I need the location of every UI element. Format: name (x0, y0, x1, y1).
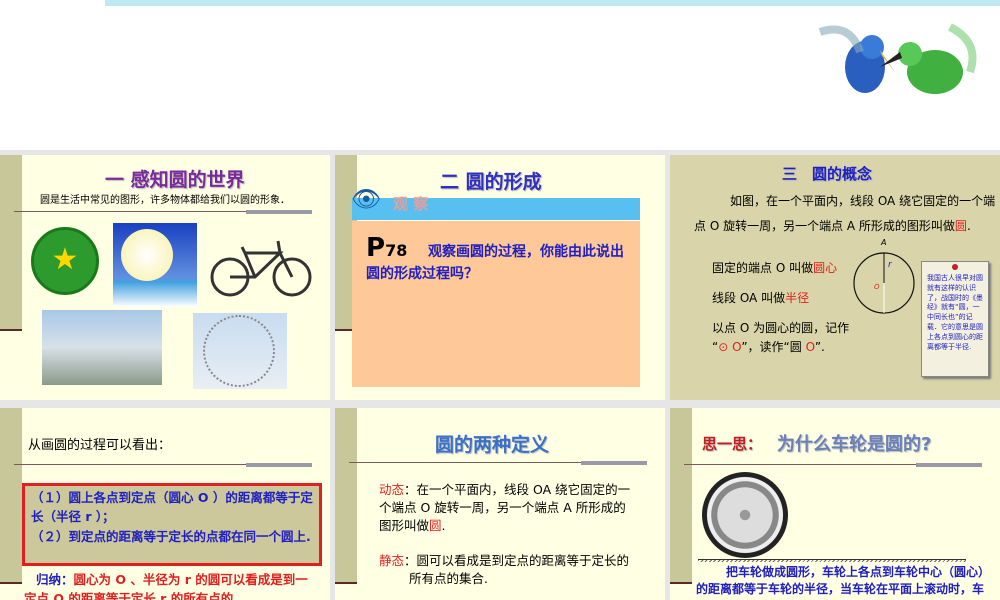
slide-title: 为什么车轮是圆的? (777, 434, 932, 455)
slide-stripe (0, 408, 22, 584)
slide-stripe (670, 408, 692, 584)
slide-1[interactable]: 一 感知圆的世界 圆是生活中常见的图形，许多物体都给我们以圆的形象． ★ (0, 155, 330, 400)
slide-6[interactable]: 思一思： 为什么车轮是圆的? 把车轮做成圆形，车轮上各点到车轮中心（圆心）的距离… (670, 408, 1000, 600)
history-note: 我国古人很早对圆就有这样的认识了，战国时的《墨经》就有“圆，一中同长也”的记载．… (921, 261, 989, 377)
slide-title: 二 圆的形成 (440, 171, 542, 193)
birds-clipart (818, 23, 977, 94)
slide-title: 圆的两种定义 (435, 434, 550, 456)
ground-line (698, 559, 966, 562)
conclusion-box: （１）圆上各点到定点（圆心 O ）的距离都等于定长（半径 r ）； （２）到定点的… (22, 483, 322, 566)
divider (349, 461, 647, 465)
intro-text: 如图，在一个平面内，线段 OA 绕它固定的一个端点 O 旋转一周，另一个端点 A… (694, 194, 996, 234)
divider (684, 463, 982, 467)
slide-stripe (0, 155, 22, 331)
ferris-wheel-image (193, 313, 287, 389)
slide-stripe (335, 408, 357, 584)
static-definition: 静态：圆可以看成是到定点的距离等于定长的所有点的集合. (379, 553, 630, 587)
building-image (42, 310, 162, 385)
emblem-image: ★ (31, 227, 99, 295)
slide-2[interactable]: 二 圆的形成 👁 观 察 P78 观察画圆的过程，你能由此说出圆的形成过程吗？ (335, 155, 665, 400)
observe-label: 观 察 (393, 195, 429, 213)
slide-heading: 从画圆的过程可以看出： (28, 438, 172, 453)
bicycle-image (210, 240, 312, 297)
think-label: 思一思： (702, 435, 763, 453)
label-a: A (880, 238, 886, 247)
circle-diagram: A r O (853, 238, 915, 314)
slide-4[interactable]: 从画圆的过程可以看出： （１）圆上各点到定点（圆心 O ）的距离都等于定长（半径… (0, 408, 330, 600)
slide-5[interactable]: 圆的两种定义 动态：在一个平面内，线段 OA 绕它固定的一个端点 O 旋转一周，… (335, 408, 665, 600)
moon-sea-image (113, 223, 197, 307)
question-text: 观察画圆的过程，你能由此说出圆的形成过程吗？ (366, 244, 624, 283)
question-box: P78 观察画圆的过程，你能由此说出圆的形成过程吗？ (352, 221, 640, 387)
pin-icon (952, 264, 958, 270)
summary-text: 归纳：圆心为 O 、半径为 r 的圆可以看成是到一定点 O 的距离等于定长 r … (24, 572, 308, 600)
eye-icon: 👁 (351, 185, 382, 213)
slide-title: 三 圆的概念 (782, 165, 873, 183)
slide-3[interactable]: 三 圆的概念 如图，在一个平面内，线段 OA 绕它固定的一个端点 O 旋转一周，… (670, 155, 1000, 400)
label-r: r (888, 260, 893, 270)
label-o: O (874, 283, 880, 291)
dynamic-definition: 动态：在一个平面内，线段 OA 绕它固定的一个端点 O 旋转一周，另一个端点 A… (379, 482, 631, 534)
explanation-text: 把车轮做成圆形，车轮上各点到车轮中心（圆心）的距离都等于车轮的半径，当车轮在平面… (696, 565, 985, 600)
divider (14, 210, 312, 214)
top-accent-bar (105, 0, 1000, 6)
center-def: 固定的端点 O 叫做圆心 (712, 261, 838, 275)
radius-def: 线段 OA 叫做半径 (712, 291, 810, 305)
slide-subtitle: 圆是生活中常见的图形，许多物体都给我们以圆的形象． (40, 195, 290, 206)
slide-title: 一 感知圆的世界 (105, 169, 245, 191)
notation-def: 以点 O 为圆心的圆，记作 “⊙ O”，读作“圆 O”. (712, 321, 850, 355)
wheel-image (702, 472, 788, 558)
divider (14, 463, 312, 467)
